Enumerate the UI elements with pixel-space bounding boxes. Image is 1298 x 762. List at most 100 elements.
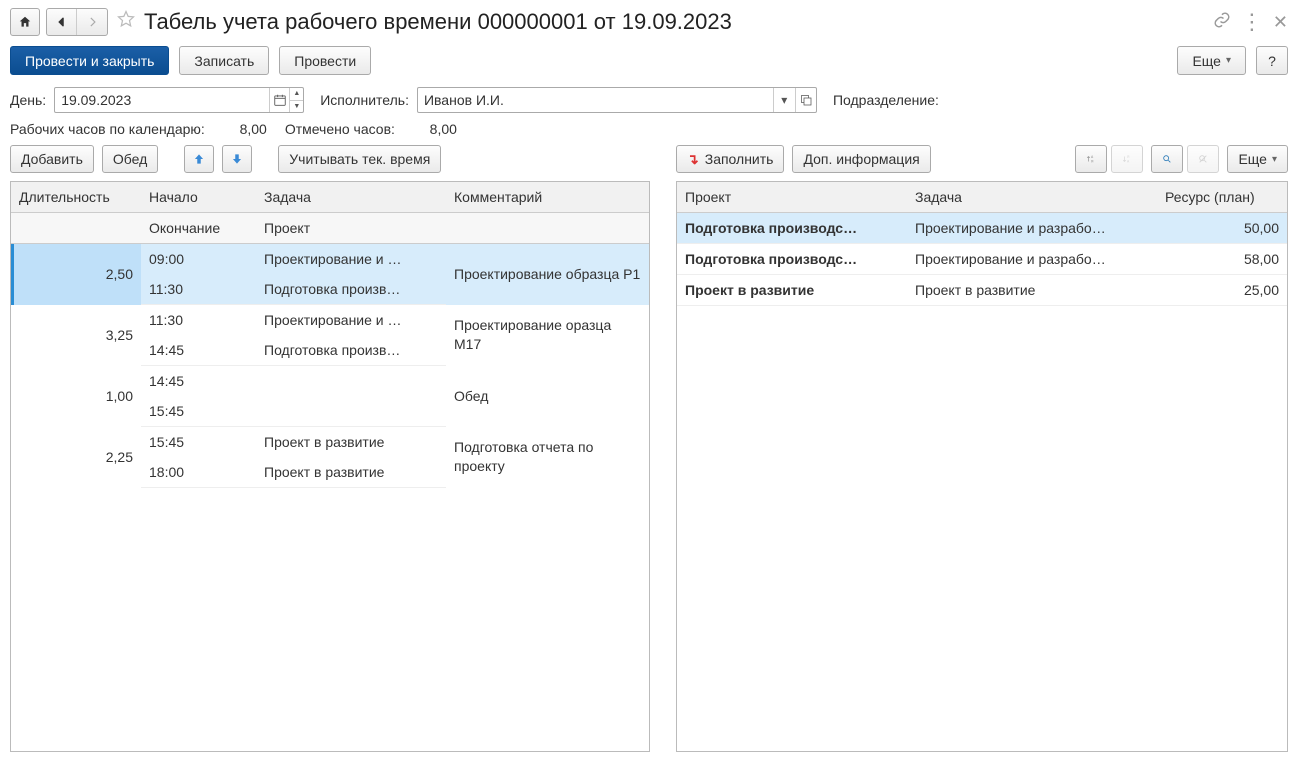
cell-project[interactable]: Проект в развитие (256, 457, 446, 488)
write-button[interactable]: Записать (179, 46, 269, 75)
cell-comment[interactable]: Обед (446, 366, 649, 427)
svg-text:А: А (1127, 159, 1130, 163)
home-icon (18, 15, 32, 29)
table-row[interactable]: 2,2515:45Проект в развитиеПодготовка отч… (11, 427, 649, 458)
table-row[interactable]: 3,2511:30Проектирование и …Проектировани… (11, 305, 649, 336)
move-up-button[interactable] (184, 145, 214, 173)
favorite-star[interactable] (114, 9, 138, 35)
spin-down[interactable]: ▼ (290, 101, 303, 113)
cell-task[interactable]: Проект в развитие (256, 427, 446, 458)
cell-resource[interactable]: 50,00 (1157, 213, 1287, 244)
col-comment[interactable]: Комментарий (446, 182, 649, 213)
cell-start[interactable]: 11:30 (141, 305, 256, 336)
cell-end[interactable]: 18:00 (141, 457, 256, 488)
move-down-button[interactable] (222, 145, 252, 173)
extra-info-button[interactable]: Доп. информация (792, 145, 930, 173)
home-button[interactable] (10, 8, 40, 36)
cell-end[interactable]: 14:45 (141, 335, 256, 366)
cell-comment[interactable]: Подготовка отчета по проекту (446, 427, 649, 488)
arrow-right-icon (85, 15, 99, 29)
post-and-close-button[interactable]: Провести и закрыть (10, 46, 169, 75)
search-button[interactable] (1151, 145, 1183, 173)
col-end[interactable]: Окончание (141, 213, 256, 244)
rcol-project[interactable]: Проект (677, 182, 907, 213)
table-row[interactable]: 2,5009:00Проектирование и …Проектировани… (11, 244, 649, 275)
day-label: День: (10, 92, 46, 108)
close-button[interactable]: ✕ (1273, 12, 1288, 33)
performer-field[interactable]: ▾ (417, 87, 817, 113)
tasks-grid[interactable]: Проект Задача Ресурс (план) Подготовка п… (676, 181, 1288, 752)
cell-end[interactable]: 11:30 (141, 274, 256, 305)
rcol-task[interactable]: Задача (907, 182, 1157, 213)
cell-task[interactable]: Проект в развитие (907, 275, 1157, 306)
track-time-button[interactable]: Учитывать тек. время (278, 145, 441, 173)
chain-icon (1213, 11, 1231, 29)
performer-input[interactable] (418, 88, 773, 112)
cell-project[interactable]: Подготовка производс… (677, 213, 907, 244)
rcol-resource[interactable]: Ресурс (план) (1157, 182, 1287, 213)
cell-resource[interactable]: 25,00 (1157, 275, 1287, 306)
cell-project[interactable]: Подготовка произв… (256, 335, 446, 366)
sort-desc-button[interactable]: ЯА (1111, 145, 1143, 173)
arrow-down-icon (230, 152, 244, 166)
spin-up[interactable]: ▲ (290, 88, 303, 101)
cell-start[interactable]: 15:45 (141, 427, 256, 458)
day-input[interactable] (55, 88, 269, 112)
cell-comment[interactable]: Проектирование образца Р1 (446, 244, 649, 305)
cell-task[interactable]: Проектирование и … (256, 305, 446, 336)
post-button[interactable]: Провести (279, 46, 371, 75)
sort-asc-button[interactable]: АЯ (1075, 145, 1107, 173)
cell-task[interactable]: Проектирование и разрабо… (907, 244, 1157, 275)
right-pane: ↴ Заполнить Доп. информация АЯ ЯА (676, 145, 1288, 752)
day-field[interactable]: ▲ ▼ (54, 87, 304, 113)
more-button[interactable]: Еще▾ (1177, 46, 1246, 75)
help-button[interactable]: ? (1256, 46, 1288, 75)
cell-end[interactable]: 15:45 (141, 396, 256, 427)
right-more-button[interactable]: Еще▾ (1227, 145, 1288, 173)
nav-back-button[interactable] (47, 9, 77, 35)
cell-task[interactable]: Проектирование и … (256, 244, 446, 275)
cell-project[interactable]: Подготовка произв… (256, 274, 446, 305)
col-start[interactable]: Начало (141, 182, 256, 213)
left-pane: Добавить Обед Учитывать тек. время Д (10, 145, 650, 752)
col-project[interactable]: Проект (256, 213, 446, 244)
table-row[interactable]: Подготовка производс…Проектирование и ра… (677, 213, 1287, 244)
cell-task[interactable]: Проектирование и разрабо… (907, 213, 1157, 244)
table-row[interactable]: 1,0014:45Обед (11, 366, 649, 397)
col-task[interactable]: Задача (256, 182, 446, 213)
cell-comment[interactable]: Проектирование оразца М17 (446, 305, 649, 366)
table-row[interactable]: Проект в развитиеПроект в развитие25,00 (677, 275, 1287, 306)
day-spinner[interactable]: ▲ ▼ (289, 88, 303, 112)
sort-desc-icon: ЯА (1122, 151, 1132, 167)
cell-project[interactable]: Проект в развитие (677, 275, 907, 306)
cell-duration[interactable]: 2,50 (11, 244, 141, 305)
cell-start[interactable]: 14:45 (141, 366, 256, 397)
col-duration[interactable]: Длительность (11, 182, 141, 213)
cell-task[interactable] (256, 366, 446, 397)
cell-start[interactable]: 09:00 (141, 244, 256, 275)
search-clear-button[interactable] (1187, 145, 1219, 173)
cell-duration[interactable]: 1,00 (11, 366, 141, 427)
lunch-button[interactable]: Обед (102, 145, 158, 173)
filter-bar: День: ▲ ▼ Исполнитель: ▾ Подразделение: (10, 87, 1288, 113)
splitter[interactable] (660, 145, 666, 752)
calendar-picker[interactable] (269, 88, 290, 112)
nav-forward-button (77, 9, 107, 35)
performer-dropdown[interactable]: ▾ (773, 88, 794, 112)
sort-asc-icon: АЯ (1086, 151, 1096, 167)
add-button[interactable]: Добавить (10, 145, 94, 173)
cell-duration[interactable]: 2,25 (11, 427, 141, 488)
performer-open[interactable] (795, 88, 816, 112)
fill-icon: ↴ (687, 151, 699, 168)
cell-duration[interactable]: 3,25 (11, 305, 141, 366)
timesheet-grid[interactable]: Длительность Начало Задача Комментарий О… (10, 181, 650, 752)
table-row[interactable]: Подготовка производс…Проектирование и ра… (677, 244, 1287, 275)
cell-project[interactable]: Подготовка производс… (677, 244, 907, 275)
cell-project[interactable] (256, 396, 446, 427)
search-clear-icon (1198, 151, 1208, 167)
more-menu-icon[interactable]: ⋮ (1241, 16, 1263, 28)
calendar-hours-label: Рабочих часов по календарю: (10, 121, 205, 137)
cell-resource[interactable]: 58,00 (1157, 244, 1287, 275)
fill-button[interactable]: ↴ Заполнить (676, 145, 784, 173)
link-icon[interactable] (1213, 11, 1231, 34)
